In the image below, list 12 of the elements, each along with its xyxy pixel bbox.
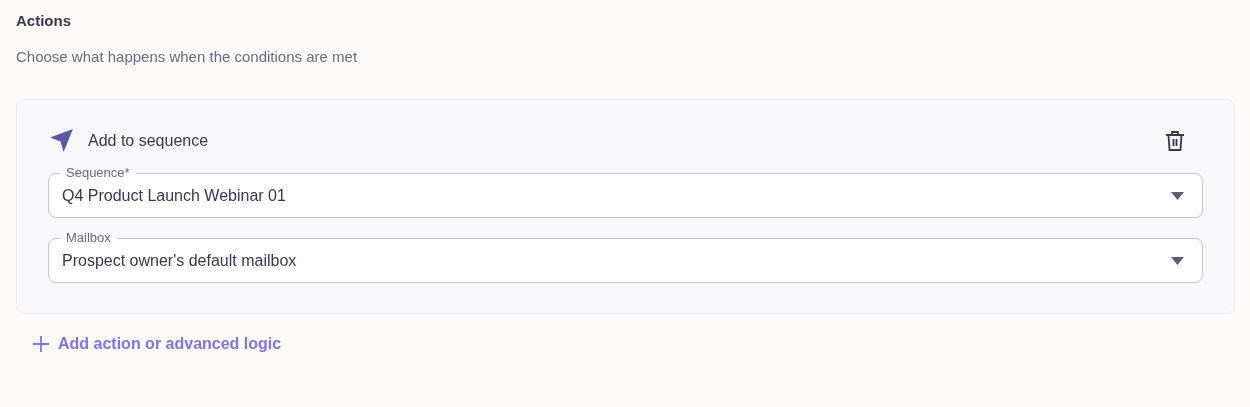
section-description: Choose what happens when the conditions are met bbox=[16, 47, 358, 67]
plus-icon bbox=[33, 336, 49, 352]
dropdown-caret-icon bbox=[1171, 256, 1184, 265]
section-title: Actions bbox=[16, 11, 71, 31]
field-value: Prospect owner's default mailbox bbox=[62, 251, 297, 271]
field-value: Q4 Product Launch Webinar 01 bbox=[62, 186, 286, 206]
add-action-link[interactable]: Add action or advanced logic bbox=[33, 332, 282, 356]
action-title: Add to sequence bbox=[88, 130, 209, 151]
field-label: Sequence* bbox=[60, 165, 136, 181]
delete-icon[interactable] bbox=[1165, 129, 1185, 152]
dropdown-caret-icon bbox=[1171, 191, 1184, 200]
paper-plane-icon bbox=[49, 128, 74, 153]
